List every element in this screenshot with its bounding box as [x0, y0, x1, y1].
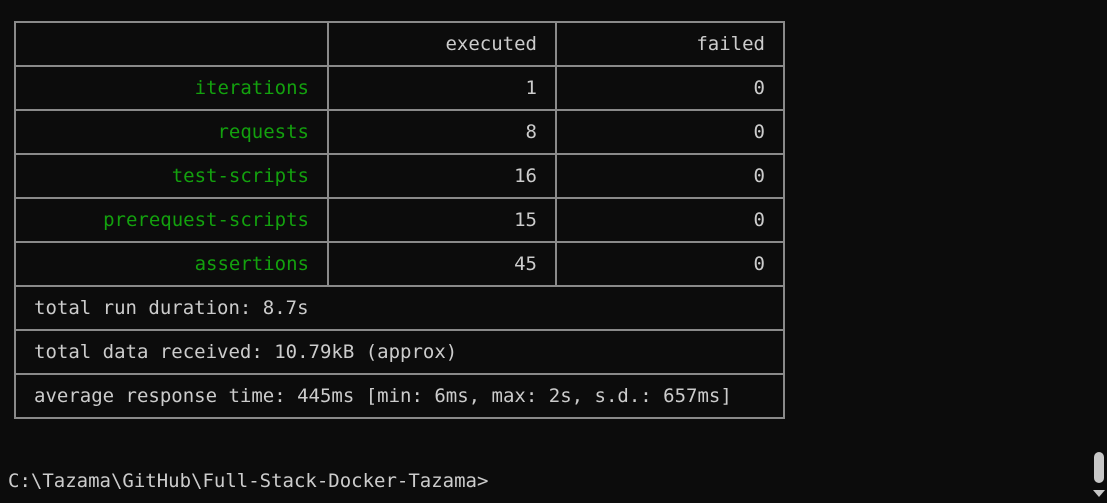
- row-failed: 0: [555, 153, 785, 199]
- vertical-scrollbar[interactable]: [1088, 0, 1107, 503]
- total-data-received: total data received: 10.79kB (approx): [14, 329, 785, 375]
- footer-row: total data received: 10.79kB (approx): [14, 329, 785, 375]
- footer-row: total run duration: 8.7s: [14, 285, 785, 331]
- row-executed: 1: [327, 65, 557, 111]
- total-run-duration: total run duration: 8.7s: [14, 285, 785, 331]
- row-failed: 0: [555, 109, 785, 155]
- table-row: assertions 45 0: [14, 241, 785, 287]
- row-failed: 0: [555, 197, 785, 243]
- row-executed: 16: [327, 153, 557, 199]
- header-empty: [14, 21, 329, 67]
- table-row: iterations 1 0: [14, 65, 785, 111]
- command-prompt[interactable]: C:\Tazama\GitHub\Full-Stack-Docker-Tazam…: [8, 470, 488, 492]
- table-row: requests 8 0: [14, 109, 785, 155]
- row-label-assertions: assertions: [14, 241, 329, 287]
- row-label-test-scripts: test-scripts: [14, 153, 329, 199]
- terminal-window[interactable]: executed failed iterations 1 0 requests …: [0, 0, 1088, 503]
- row-label-prerequest-scripts: prerequest-scripts: [14, 197, 329, 243]
- scrollbar-thumb[interactable]: [1094, 452, 1104, 483]
- table-header-row: executed failed: [14, 21, 785, 67]
- header-executed: executed: [327, 21, 557, 67]
- row-executed: 45: [327, 241, 557, 287]
- row-executed: 15: [327, 197, 557, 243]
- newman-summary-table: executed failed iterations 1 0 requests …: [14, 21, 785, 419]
- row-failed: 0: [555, 241, 785, 287]
- header-failed: failed: [555, 21, 785, 67]
- row-failed: 0: [555, 65, 785, 111]
- average-response-time: average response time: 445ms [min: 6ms, …: [14, 373, 785, 419]
- scroll-down-arrow-icon[interactable]: [1093, 490, 1105, 497]
- row-executed: 8: [327, 109, 557, 155]
- row-label-requests: requests: [14, 109, 329, 155]
- footer-row: average response time: 445ms [min: 6ms, …: [14, 373, 785, 419]
- table-row: prerequest-scripts 15 0: [14, 197, 785, 243]
- row-label-iterations: iterations: [14, 65, 329, 111]
- table-row: test-scripts 16 0: [14, 153, 785, 199]
